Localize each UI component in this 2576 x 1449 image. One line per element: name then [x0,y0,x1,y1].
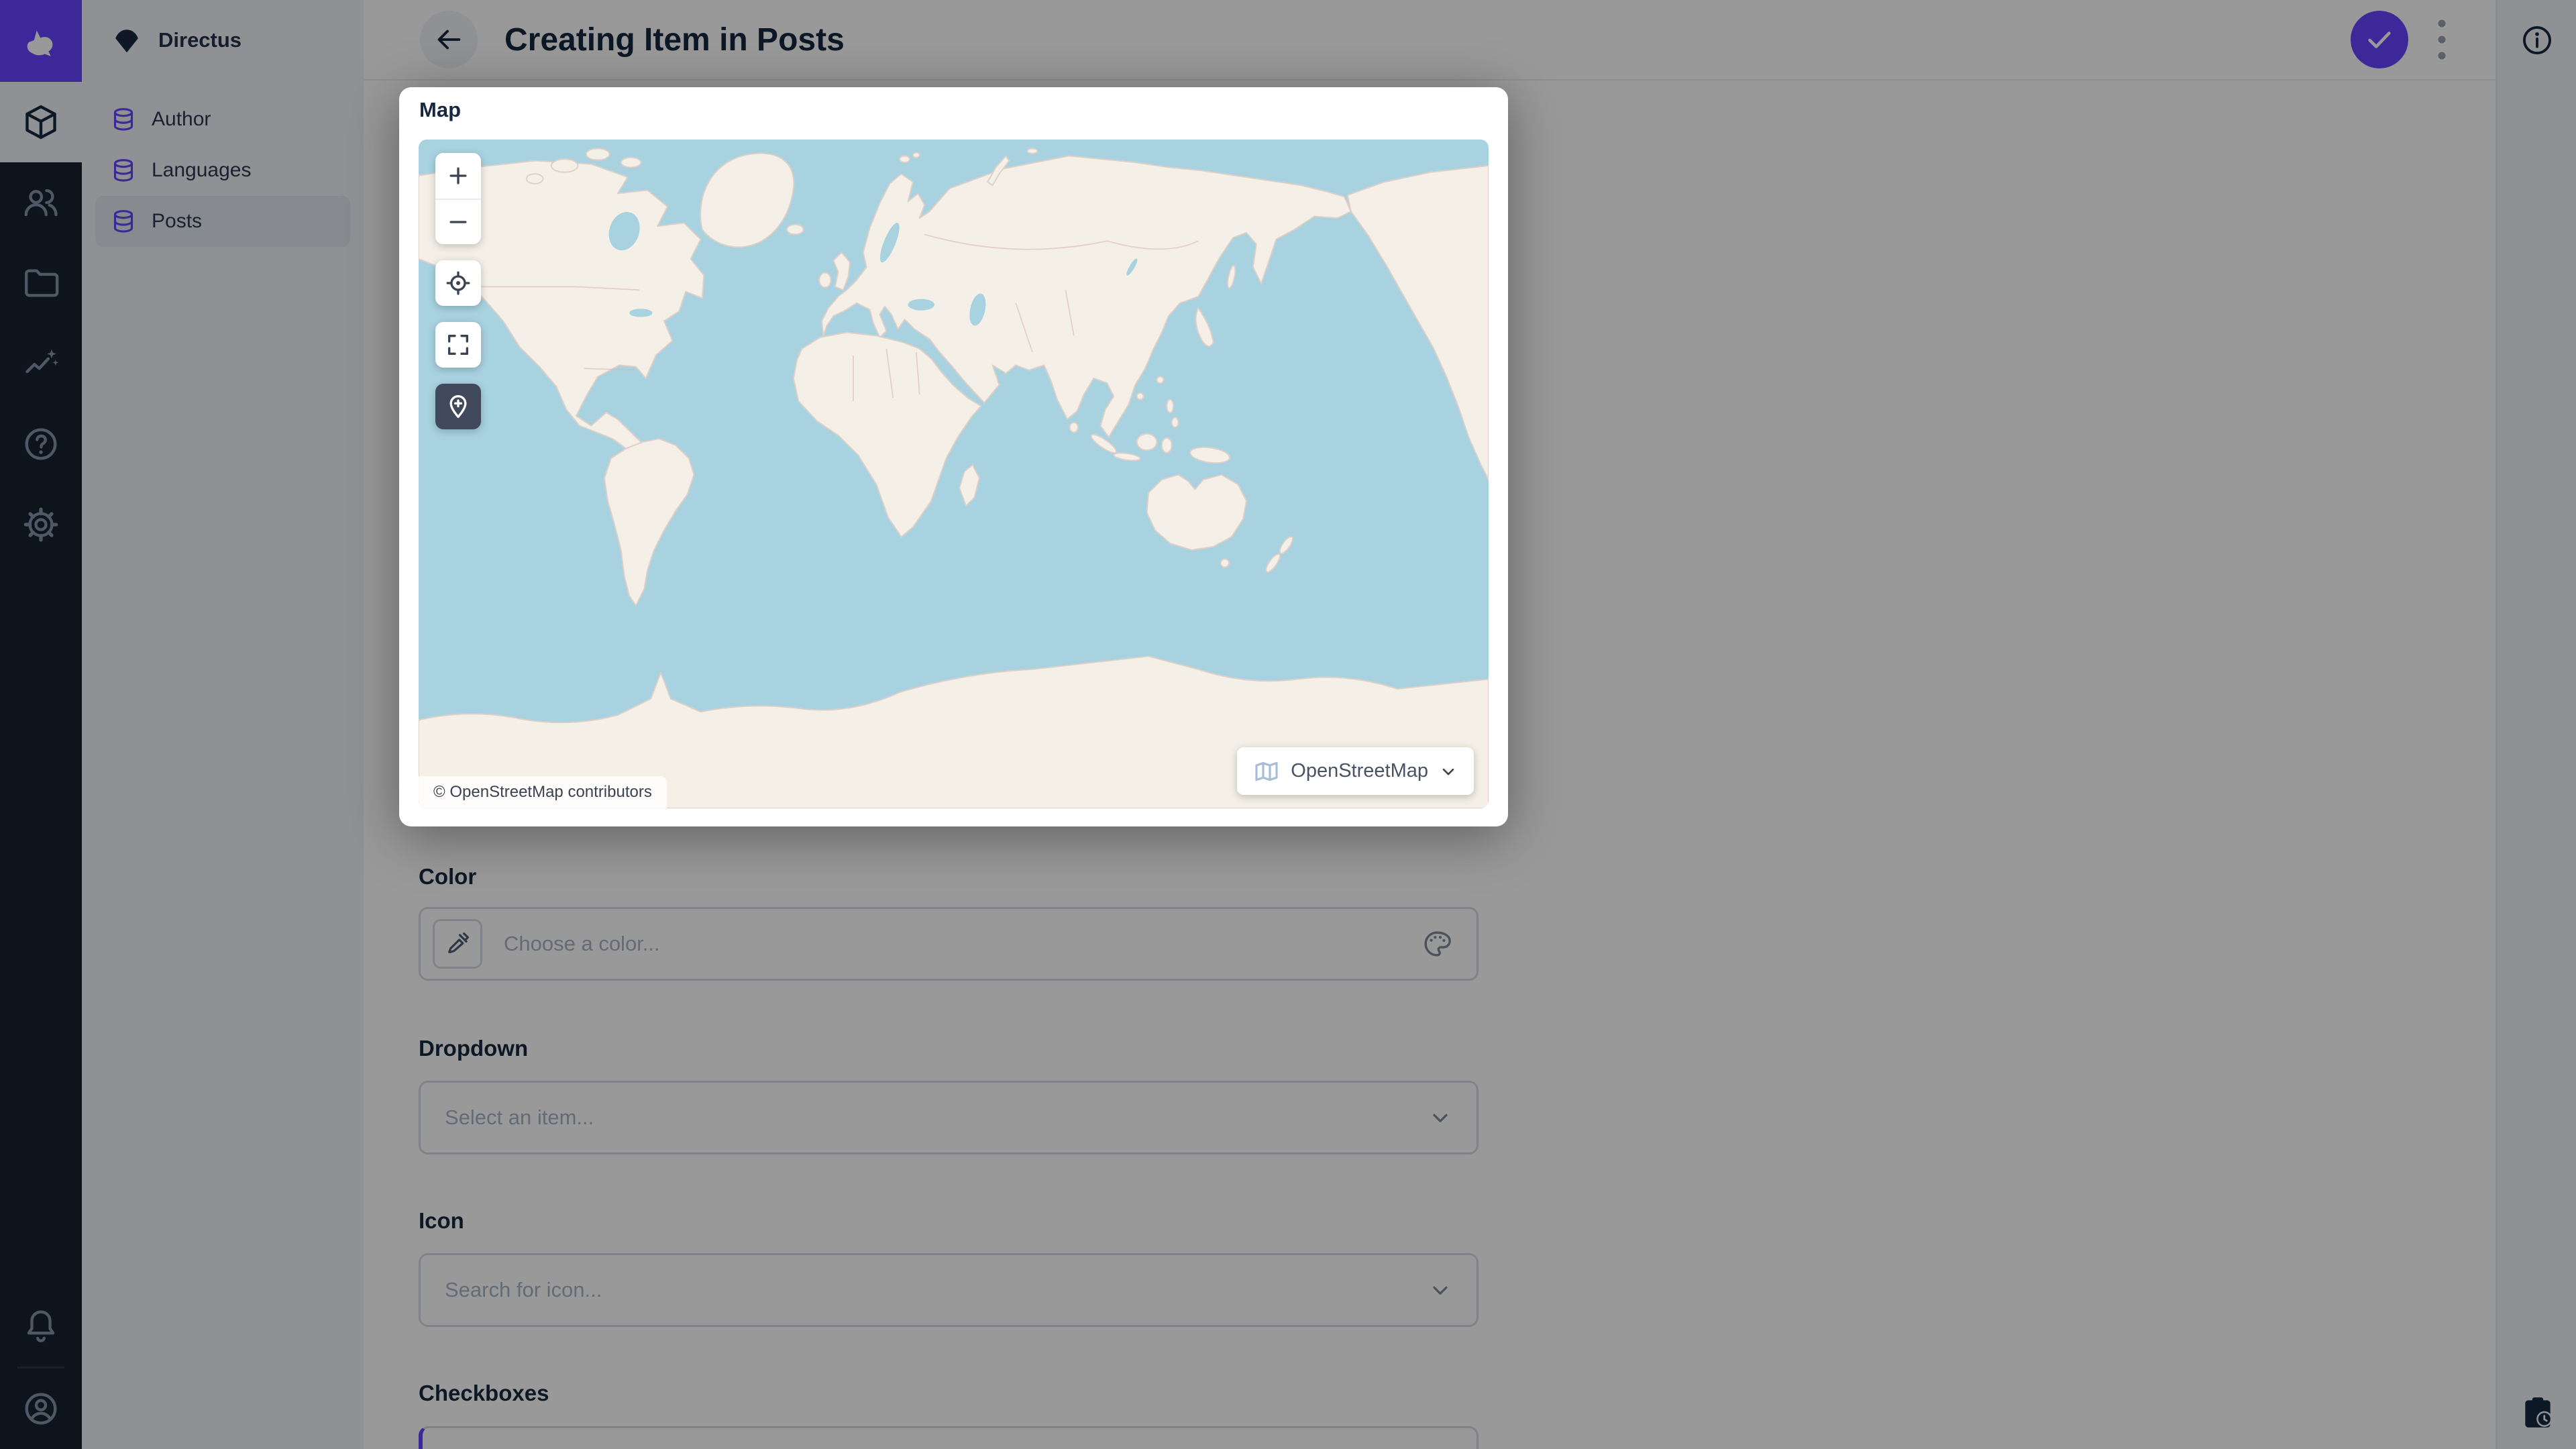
basemap-select-button[interactable]: OpenStreetMap [1237,747,1474,795]
minus-icon [449,221,467,223]
fullscreen-button[interactable] [435,322,481,368]
map-attribution[interactable]: © OpenStreetMap contributors [419,776,667,808]
chevron-down-icon [1439,762,1458,781]
map-icon [1253,758,1280,785]
zoom-out-button[interactable] [435,199,481,244]
plus-icon [449,167,467,184]
geolocate-icon [446,271,470,295]
map-field-label: Map [419,98,461,121]
map-field-card: Map © OpenStreetMap contributors OpenStr… [399,87,1508,826]
basemap-label: OpenStreetMap [1291,760,1428,782]
map-canvas[interactable]: © OpenStreetMap contributors OpenStreetM… [419,140,1489,808]
add-location-button[interactable] [435,384,481,429]
fullscreen-icon [448,335,468,355]
zoom-control-group [435,153,481,244]
pin-plus-icon [449,395,467,418]
zoom-in-button[interactable] [435,153,481,199]
world-map [419,148,1489,808]
geolocate-button[interactable] [435,260,481,306]
map-controls [435,153,481,429]
